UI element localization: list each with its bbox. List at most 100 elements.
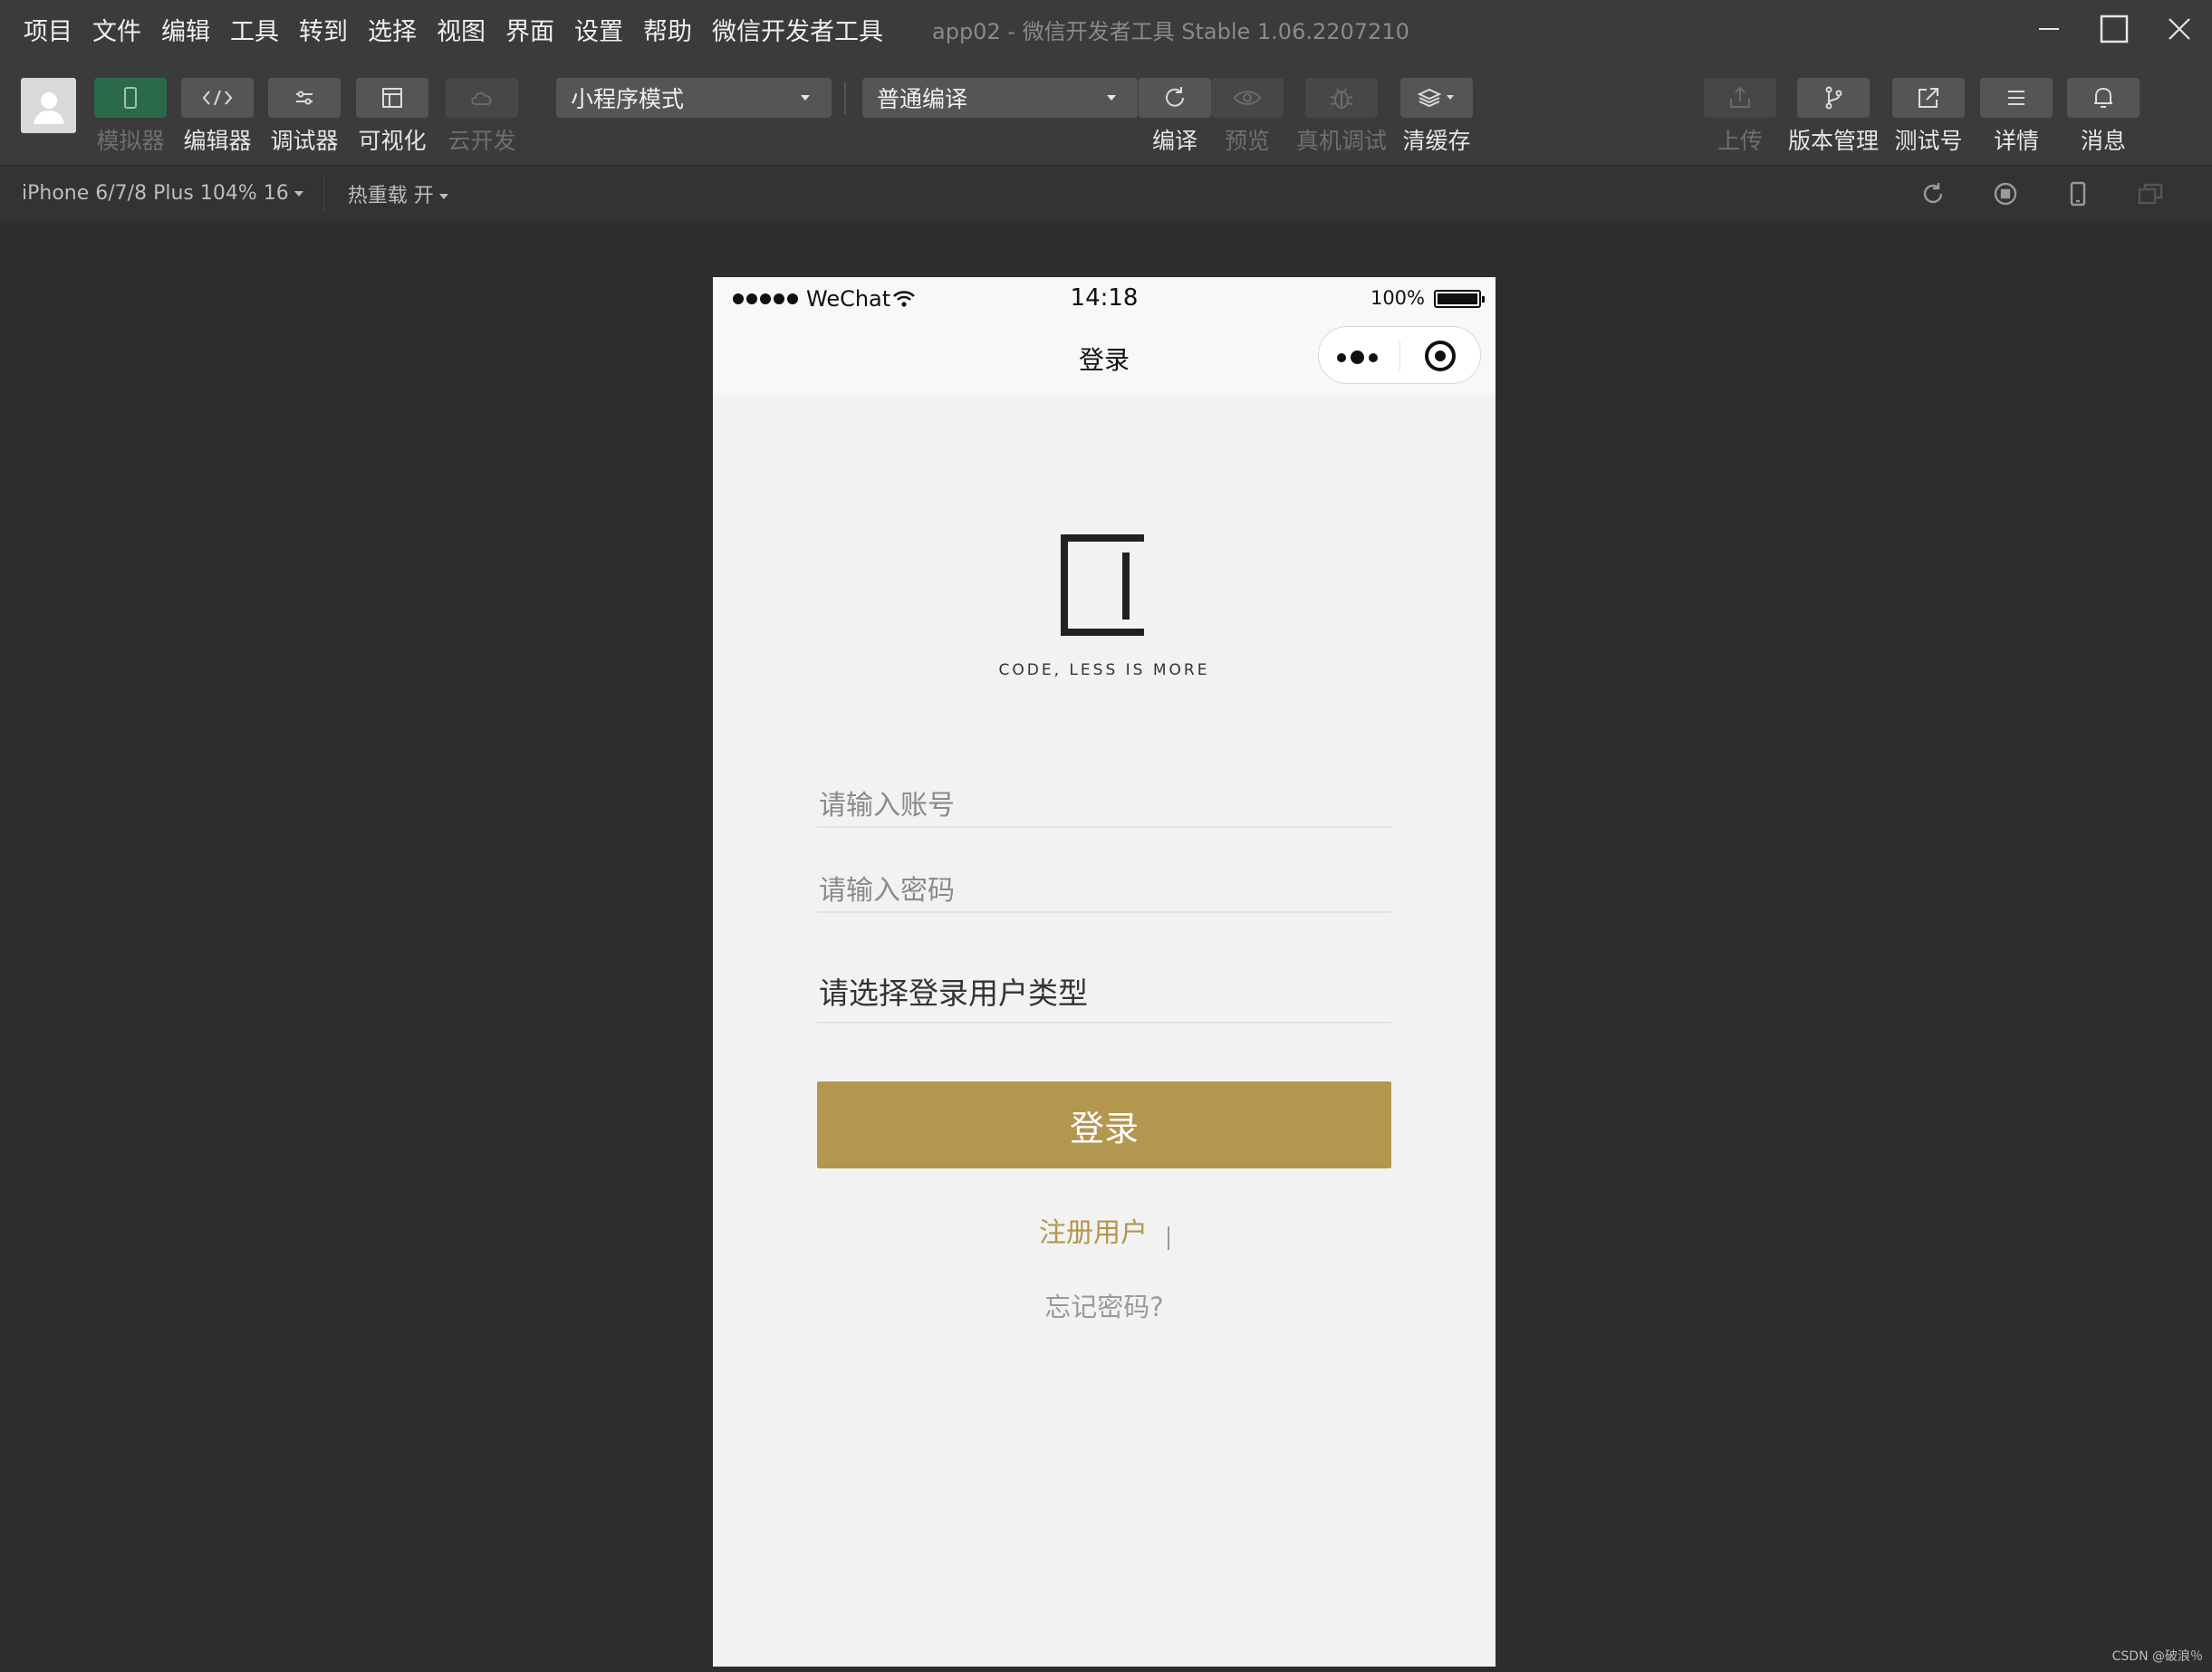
cloud-icon bbox=[471, 91, 492, 105]
preview-button[interactable] bbox=[1211, 78, 1284, 118]
close-button[interactable] bbox=[2147, 0, 2212, 58]
chevron-down-icon bbox=[1107, 95, 1116, 101]
menu-interface[interactable]: 界面 bbox=[505, 12, 554, 47]
editor-button[interactable] bbox=[181, 78, 254, 118]
menu-help[interactable]: 帮助 bbox=[643, 12, 692, 47]
clear-cache-label: 清缓存 bbox=[1402, 128, 1471, 154]
menu-tools[interactable]: 工具 bbox=[230, 12, 279, 47]
compile-button[interactable] bbox=[1139, 78, 1211, 118]
mode-select[interactable]: 小程序模式 bbox=[556, 78, 832, 118]
debugger-button[interactable] bbox=[268, 78, 341, 118]
forgot-password-link[interactable]: 忘记密码? bbox=[713, 1286, 1496, 1324]
menu-icon bbox=[2008, 91, 2024, 105]
menu-items: 项目 文件 编辑 工具 转到 选择 视图 界面 设置 帮助 微信开发者工具 bbox=[24, 12, 903, 47]
password-input[interactable]: 请输入密码 bbox=[817, 868, 1391, 913]
chevron-down-icon bbox=[438, 193, 448, 199]
avatar[interactable] bbox=[21, 78, 76, 133]
visual-button[interactable] bbox=[356, 78, 428, 118]
simulator-label: 模拟器 bbox=[96, 128, 165, 154]
phone-icon bbox=[2070, 181, 2086, 207]
device-button[interactable] bbox=[2042, 180, 2114, 207]
tool-simulator: 模拟器 bbox=[94, 78, 167, 156]
hot-reload-select[interactable]: 热重载 开 bbox=[348, 179, 448, 208]
tool-visual: 可视化 bbox=[356, 78, 428, 156]
compile-label: 编译 bbox=[1151, 128, 1197, 154]
nav-bar: 登录 bbox=[713, 317, 1496, 395]
minimize-icon bbox=[2039, 28, 2059, 30]
detach-button[interactable] bbox=[2114, 181, 2187, 207]
tool-test-account: 测试号 bbox=[1892, 78, 1965, 156]
bug-icon bbox=[1330, 88, 1353, 109]
tool-messages: 消息 bbox=[2067, 78, 2140, 156]
simulator-button[interactable] bbox=[94, 78, 167, 118]
phone-icon bbox=[124, 87, 137, 109]
tool-upload: 上传 bbox=[1704, 78, 1776, 156]
cloud-button[interactable] bbox=[446, 78, 518, 118]
close-miniprogram-button[interactable] bbox=[1424, 340, 1457, 376]
toolbar: 模拟器 编辑器 调试器 可视化 云开发 小程序模式 普通编译 编译 预览 真机调… bbox=[0, 58, 2212, 165]
stop-button[interactable] bbox=[1969, 180, 2042, 207]
test-account-label: 测试号 bbox=[1894, 128, 1963, 154]
battery-percent: 100% bbox=[1370, 287, 1425, 309]
compile-mode-select[interactable]: 普通编译 bbox=[862, 78, 1138, 118]
version-button[interactable] bbox=[1797, 78, 1870, 118]
rotate-icon bbox=[1923, 183, 1943, 204]
visual-label: 可视化 bbox=[358, 128, 427, 154]
more-dot bbox=[1351, 351, 1364, 364]
window-controls bbox=[2016, 0, 2212, 58]
logo-icon bbox=[1061, 534, 1144, 636]
maximize-button[interactable] bbox=[2082, 0, 2147, 58]
editor-label: 编辑器 bbox=[183, 128, 252, 154]
target-icon bbox=[1425, 341, 1456, 371]
menu-goto[interactable]: 转到 bbox=[299, 12, 348, 47]
windows-icon bbox=[2138, 183, 2163, 205]
menu-wechat-devtools[interactable]: 微信开发者工具 bbox=[712, 12, 883, 47]
phone-simulator: WeChat 14:18 100% 登录 CODE, LESS IS MORE … bbox=[713, 277, 1496, 1667]
login-button[interactable]: 登录 bbox=[817, 1081, 1391, 1168]
eye-icon bbox=[1233, 91, 1262, 105]
slogan: CODE, LESS IS MORE bbox=[998, 661, 1210, 679]
test-account-button[interactable] bbox=[1892, 78, 1965, 118]
close-icon bbox=[2169, 18, 2190, 40]
menu-view[interactable]: 视图 bbox=[437, 12, 486, 47]
mode-select-value: 小程序模式 bbox=[571, 86, 685, 112]
details-button[interactable] bbox=[1980, 78, 2053, 118]
layers-icon bbox=[1417, 88, 1454, 108]
menu-settings[interactable]: 设置 bbox=[574, 12, 623, 47]
watermark: CSDN @破浪％ bbox=[2111, 1649, 2203, 1664]
simulator-bar: iPhone 6/7/8 Plus 104% 16 热重载 开 bbox=[0, 165, 2212, 221]
tool-details: 详情 bbox=[1980, 78, 2053, 156]
subbar-divider bbox=[322, 175, 324, 212]
window-title: app02 - 微信开发者工具 Stable 1.06.2207210 bbox=[932, 18, 1409, 44]
register-separator bbox=[1168, 1225, 1169, 1250]
rotate-button[interactable] bbox=[1897, 180, 1969, 207]
menu-project[interactable]: 项目 bbox=[24, 12, 72, 47]
menu-bar: 项目 文件 编辑 工具 转到 选择 视图 界面 设置 帮助 微信开发者工具 ap… bbox=[0, 0, 2212, 58]
simulator-actions bbox=[1897, 166, 2187, 222]
menu-edit[interactable]: 编辑 bbox=[161, 12, 210, 47]
clear-cache-button[interactable] bbox=[1400, 78, 1473, 118]
maximize-icon bbox=[2100, 14, 2129, 43]
tool-clear-cache: 清缓存 bbox=[1400, 78, 1473, 156]
account-input[interactable]: 请输入账号 bbox=[817, 783, 1391, 828]
tool-remote-debug: 真机调试 bbox=[1296, 78, 1387, 156]
minimize-button[interactable] bbox=[2016, 0, 2082, 58]
user-type-picker[interactable]: 请选择登录用户类型 bbox=[817, 958, 1391, 1023]
code-icon bbox=[202, 90, 233, 106]
refresh-icon bbox=[1166, 87, 1184, 107]
remote-debug-button[interactable] bbox=[1305, 78, 1378, 118]
more-button[interactable] bbox=[1337, 351, 1382, 364]
device-select[interactable]: iPhone 6/7/8 Plus 104% 16 bbox=[22, 182, 303, 205]
menu-file[interactable]: 文件 bbox=[92, 12, 141, 47]
upload-icon bbox=[1730, 86, 1750, 108]
external-link-icon bbox=[1919, 88, 1938, 108]
cloud-label: 云开发 bbox=[447, 128, 516, 154]
register-link[interactable]: 注册用户 bbox=[1039, 1217, 1148, 1249]
capsule-divider bbox=[1399, 341, 1400, 370]
upload-button[interactable] bbox=[1704, 78, 1776, 118]
messages-button[interactable] bbox=[2067, 78, 2140, 118]
tool-compile: 编译 bbox=[1139, 78, 1211, 156]
menu-select[interactable]: 选择 bbox=[368, 12, 417, 47]
details-label: 详情 bbox=[1993, 128, 2039, 154]
upload-label: 上传 bbox=[1717, 128, 1763, 154]
